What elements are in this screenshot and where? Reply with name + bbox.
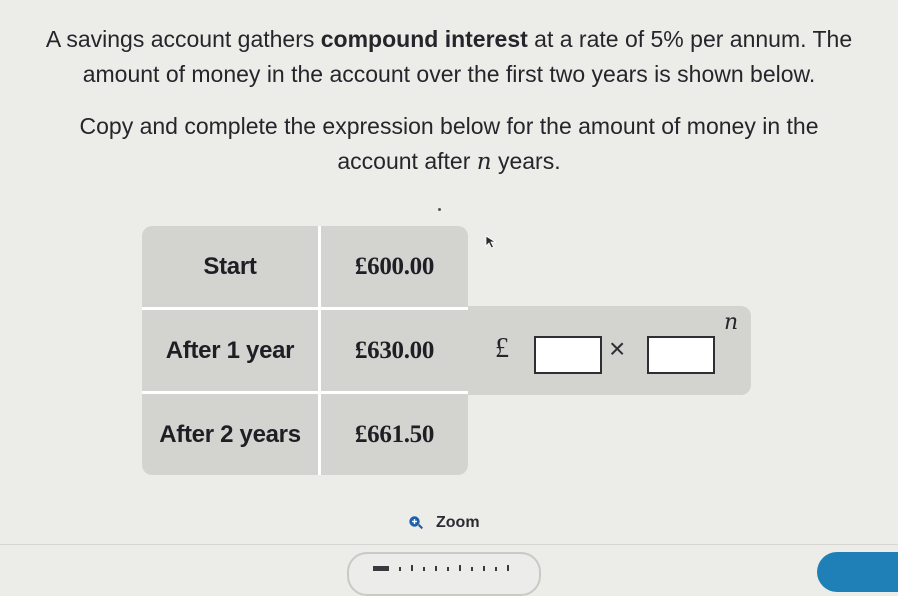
pound-sign: £ [495, 333, 509, 364]
expression-panel: £ × n [468, 306, 751, 395]
row-label: Start [142, 226, 318, 307]
divider [0, 544, 898, 545]
question-line-2: amount of money in the account over the … [82, 61, 816, 87]
initial-amount-input[interactable] [534, 336, 602, 374]
stray-dot [438, 208, 441, 211]
row-value: £600.00 [321, 226, 468, 307]
balance-table: Start £600.00 After 1 year £630.00 After… [142, 226, 468, 475]
multiply-sign: × [609, 333, 626, 364]
question-line-3: Copy and complete the expression below f… [79, 113, 819, 139]
exponent-n: n [724, 310, 739, 335]
row-value: £630.00 [321, 310, 468, 391]
multiplier-input[interactable] [647, 336, 715, 374]
question-text: A savings account gathers compound inter… [0, 22, 898, 180]
question-line-1: A savings account gathers compound inter… [45, 26, 853, 52]
ruler-icon [373, 565, 509, 571]
table-row: Start £600.00 [142, 226, 468, 307]
zoom-button[interactable]: Zoom [408, 511, 480, 535]
bottom-pill-control[interactable] [347, 552, 541, 596]
mouse-pointer-icon [485, 235, 497, 249]
primary-action-button[interactable] [817, 552, 898, 592]
table-row: After 1 year £630.00 [142, 310, 468, 391]
row-label: After 2 years [142, 394, 318, 475]
table-row: After 2 years £661.50 [142, 394, 468, 475]
variable-n: n [476, 149, 492, 175]
bold-term: compound interest [320, 26, 528, 52]
row-label: After 1 year [142, 310, 318, 391]
row-value: £661.50 [321, 394, 468, 475]
question-line-4: account after n years. [337, 148, 561, 175]
zoom-label: Zoom [436, 514, 480, 531]
zoom-in-icon [409, 516, 424, 530]
